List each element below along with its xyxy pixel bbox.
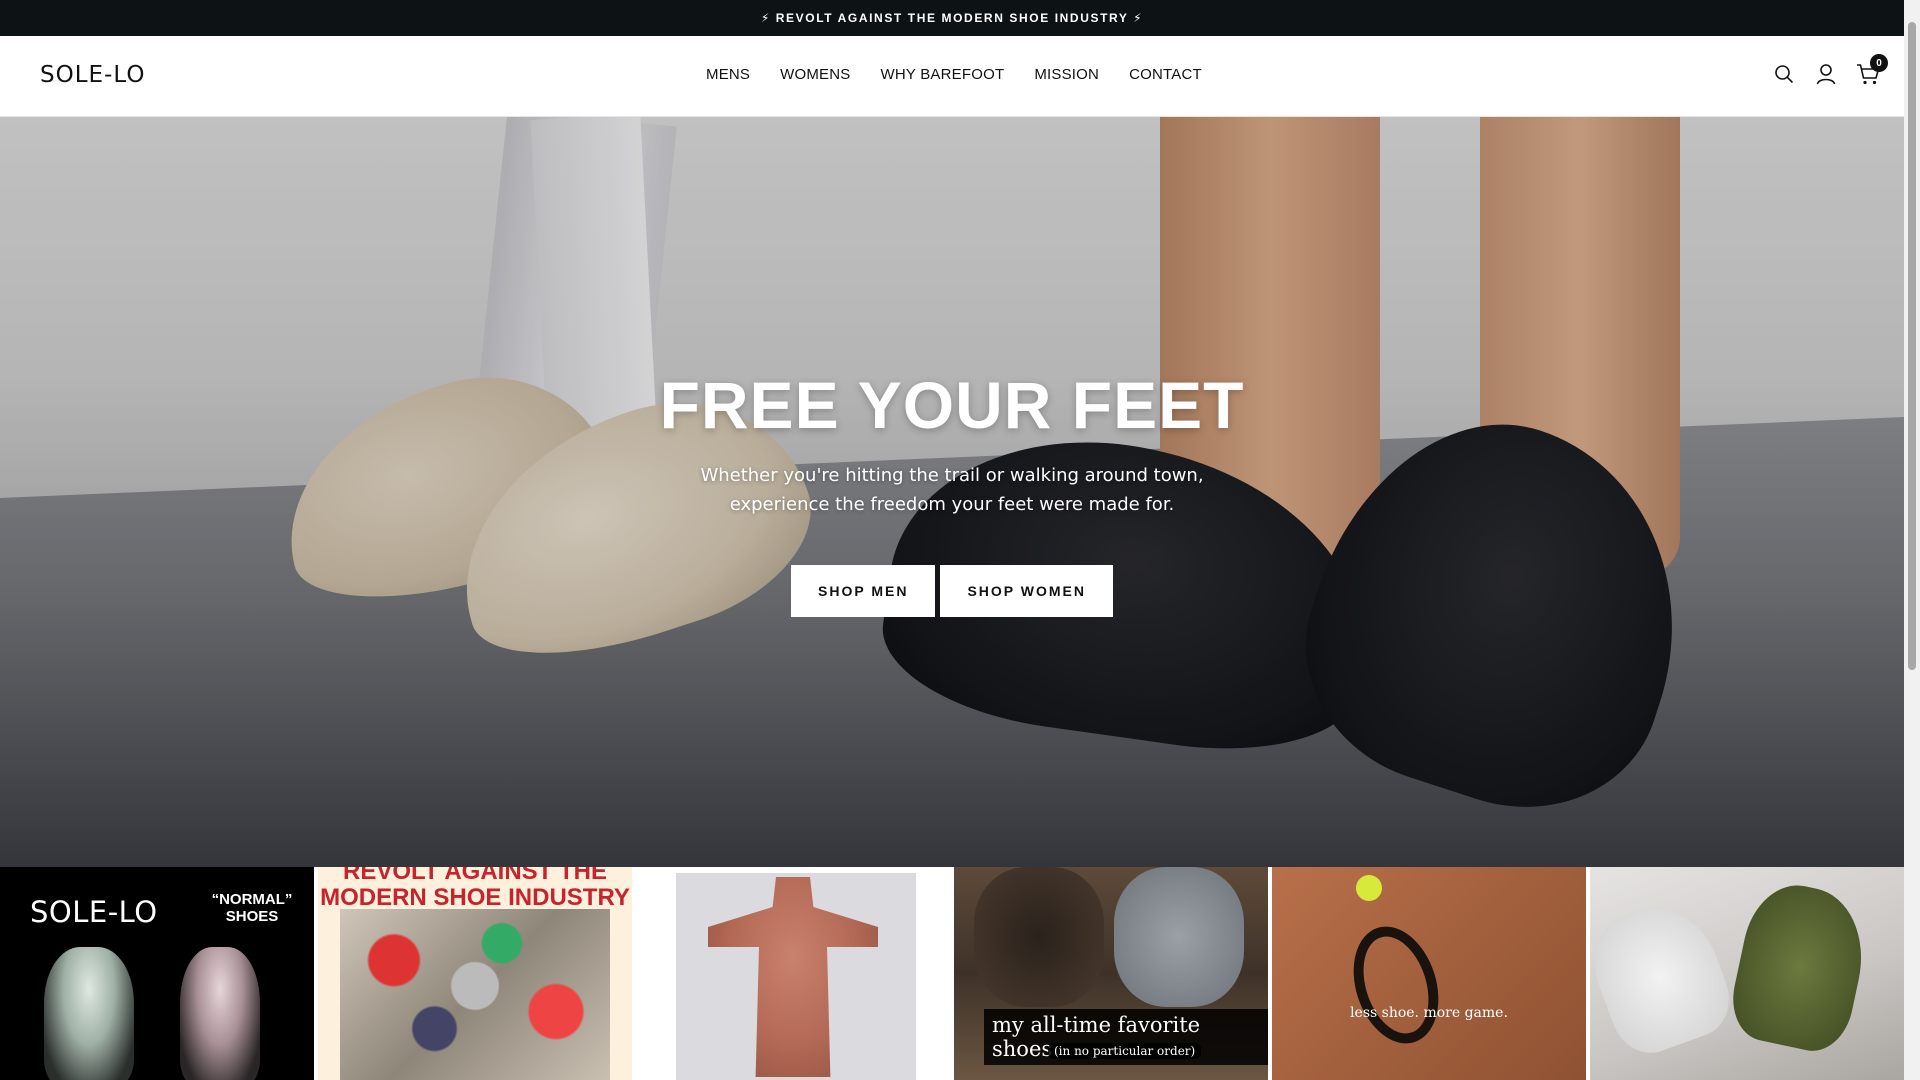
- xray-foot-image: [180, 947, 260, 1080]
- tile-caption: less shoe. more game.: [1350, 1005, 1508, 1021]
- hero-content: FREE YOUR FEET Whether you're hitting th…: [0, 367, 1904, 617]
- announcement-bar: ⚡ REVOLT AGAINST THE MODERN SHOE INDUSTR…: [0, 0, 1904, 36]
- shoe-image: [1590, 890, 1741, 1064]
- hero-buttons: SHOP MEN SHOP WOMEN: [0, 565, 1904, 617]
- page-scrollbar[interactable]: [1904, 0, 1920, 1080]
- tile-brand-label: SOLE-LO: [30, 895, 158, 929]
- account-icon[interactable]: [1814, 62, 1838, 86]
- nav-link-mens[interactable]: MENS: [706, 66, 750, 83]
- tile-headline: REVOLT AGAINST THE MODERN SHOE INDUSTRY: [320, 867, 630, 911]
- tile-compare-label: “NORMAL” SHOES: [211, 891, 293, 925]
- gallery-tile-anatomy[interactable]: [636, 867, 950, 1080]
- hero-title: FREE YOUR FEET: [659, 368, 1245, 442]
- gallery-tile-favorites[interactable]: my all-time favorite shoes (in no partic…: [954, 867, 1268, 1080]
- nav-link-womens[interactable]: WOMENS: [780, 66, 850, 83]
- cart-icon[interactable]: 0: [1856, 54, 1888, 86]
- tile-subcaption: (in no particular order): [1048, 1043, 1202, 1059]
- shop-men-button[interactable]: SHOP MEN: [791, 565, 936, 617]
- old-shoe-image: [1114, 867, 1244, 1007]
- old-shoe-image: [974, 867, 1104, 1007]
- main-nav: MENS WOMENS WHY BAREFOOT MISSION CONTACT: [706, 66, 1202, 83]
- gallery-tile-revolt[interactable]: REVOLT AGAINST THE MODERN SHOE INDUSTRY: [318, 867, 632, 1080]
- cart-count-badge: 0: [1870, 54, 1888, 72]
- site-header: SOLE-LO MENS WOMENS WHY BAREFOOT MISSION…: [0, 36, 1904, 117]
- shoe-image: [1724, 876, 1876, 1058]
- social-gallery: SOLE-LO “NORMAL” SHOES REVOLT AGAINST TH…: [0, 867, 1904, 1080]
- gallery-tile-xray[interactable]: SOLE-LO “NORMAL” SHOES: [0, 867, 314, 1080]
- scrollbar-thumb[interactable]: [1908, 22, 1916, 670]
- xray-foot-image: [44, 947, 134, 1080]
- tennis-ball-image: [1356, 875, 1382, 901]
- nav-link-contact[interactable]: CONTACT: [1129, 66, 1202, 83]
- header-actions: 0: [1772, 54, 1888, 86]
- hero-subtitle: Whether you're hitting the trail or walk…: [700, 465, 1204, 515]
- racket-shadow-image: [1339, 915, 1453, 1055]
- nav-link-why-barefoot[interactable]: WHY BAREFOOT: [881, 66, 1005, 83]
- shoe-pile-image: [340, 909, 610, 1080]
- gallery-tile-shoes[interactable]: [1590, 867, 1904, 1080]
- site-logo[interactable]: SOLE-LO: [40, 62, 145, 88]
- hero-banner: FREE YOUR FEET Whether you're hitting th…: [0, 117, 1904, 867]
- nav-link-mission[interactable]: MISSION: [1034, 66, 1099, 83]
- shop-women-button[interactable]: SHOP WOMEN: [940, 565, 1113, 617]
- announcement-text: ⚡ REVOLT AGAINST THE MODERN SHOE INDUSTR…: [760, 11, 1144, 25]
- search-icon[interactable]: [1772, 62, 1796, 86]
- gallery-tile-tennis[interactable]: less shoe. more game.: [1272, 867, 1586, 1080]
